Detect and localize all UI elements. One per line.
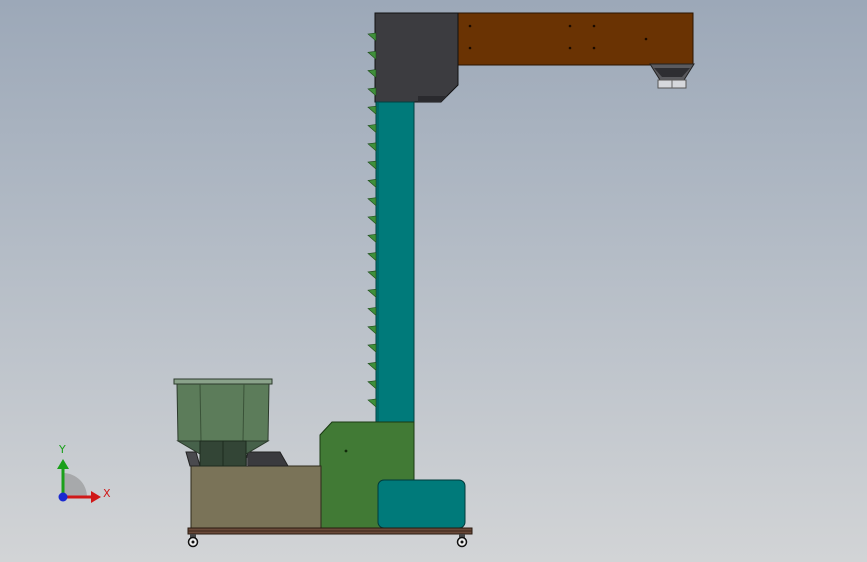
bucket-icon [367, 87, 377, 97]
bucket-icon [367, 179, 377, 189]
bucket-icon [367, 160, 377, 170]
caster-wheel-icon [187, 534, 199, 548]
motor-box[interactable] [377, 479, 466, 529]
bucket-icon [367, 197, 377, 207]
triad-x-label: X [103, 487, 111, 500]
bucket-icon [367, 380, 377, 390]
head-housing[interactable] [374, 12, 459, 103]
bucket-icon [367, 142, 377, 152]
coordinate-triad-icon [57, 459, 101, 503]
head-housing-shadow [418, 96, 447, 102]
bucket-icon [367, 105, 377, 115]
bucket-icon [367, 325, 377, 335]
bucket-icon [367, 69, 377, 79]
caster-wheel-icon [456, 534, 468, 548]
bucket-elevator-model[interactable] [0, 0, 867, 562]
bucket-icon [367, 343, 377, 353]
bucket-icon [367, 307, 377, 317]
bucket-icon [367, 215, 377, 225]
feeder-base[interactable] [190, 465, 322, 529]
bucket-icon [367, 362, 377, 372]
bucket-icon [367, 288, 377, 298]
boot-bolt [344, 449, 348, 453]
discharge-chute[interactable] [649, 63, 695, 89]
elevator-column[interactable] [375, 101, 415, 425]
bucket-icon [367, 252, 377, 262]
bucket-icon [367, 50, 377, 60]
bucket-icon [367, 398, 377, 408]
base-frame[interactable] [187, 527, 473, 535]
cad-viewport[interactable]: Y X [0, 0, 867, 562]
bucket-icon [367, 32, 377, 42]
bucket-chain [367, 32, 377, 408]
bucket-icon [367, 270, 377, 280]
triad-y-label: Y [59, 443, 66, 456]
top-conveyor[interactable] [457, 12, 694, 66]
bucket-icon [367, 233, 377, 243]
bucket-icon [367, 124, 377, 134]
